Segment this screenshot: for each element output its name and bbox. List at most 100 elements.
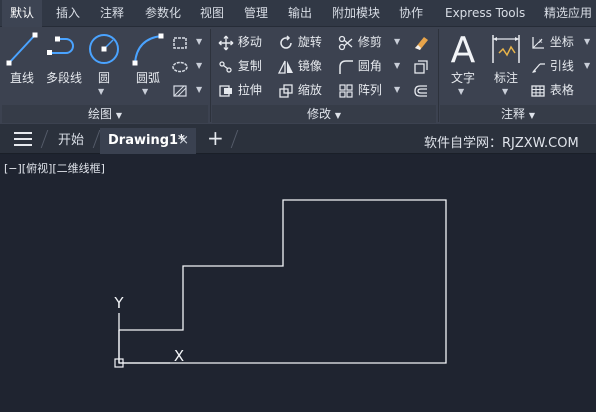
rotate-label: 旋转 xyxy=(297,35,322,49)
trim-dropdown-icon[interactable]: ▼ xyxy=(394,37,400,46)
hatch-dropdown-icon[interactable]: ▼ xyxy=(196,85,202,94)
application-menu-button[interactable] xyxy=(14,132,32,149)
table-button[interactable]: 表格 xyxy=(530,79,574,101)
polyline-label: 多段线 xyxy=(45,71,82,85)
mirror-icon xyxy=(277,60,293,74)
fillet-dropdown-icon[interactable]: ▼ xyxy=(394,61,400,70)
tab-addins[interactable]: 附加模块 xyxy=(332,0,380,27)
annotation-panel-title-text: 注释 xyxy=(501,107,526,121)
explode-button[interactable] xyxy=(412,55,430,77)
tab-manage[interactable]: 管理 xyxy=(244,0,268,27)
dimension-label: 标注 xyxy=(493,71,518,85)
leader-label: 引线 xyxy=(549,59,574,73)
scale-button[interactable]: 缩放 xyxy=(278,79,322,101)
arc-dropdown-icon[interactable]: ▼ xyxy=(142,87,148,96)
line-tool[interactable]: 直线 xyxy=(4,31,40,86)
line-label: 直线 xyxy=(9,71,34,85)
table-icon xyxy=(531,84,545,97)
circle-dropdown-icon[interactable]: ▼ xyxy=(98,87,104,96)
fillet-icon xyxy=(339,59,353,74)
offset-icon xyxy=(414,84,427,97)
move-button[interactable]: 移动 xyxy=(218,31,262,53)
array-button[interactable]: 阵列 xyxy=(338,79,382,101)
rectangle-icon xyxy=(173,36,187,49)
new-tab-button[interactable]: + xyxy=(207,126,224,150)
leader-dropdown-icon[interactable]: ▼ xyxy=(584,61,590,70)
copy-icon xyxy=(219,60,232,73)
tab-annotate[interactable]: 注释 xyxy=(100,0,124,27)
hatch-icon xyxy=(173,84,187,97)
scale-label: 缩放 xyxy=(297,83,322,97)
explode-icon xyxy=(414,59,428,74)
copy-button[interactable]: 复制 xyxy=(218,55,262,77)
mirror-button[interactable]: 镜像 xyxy=(277,55,322,77)
text-label: 文字 xyxy=(450,71,475,85)
panel-divider xyxy=(210,29,211,122)
erase-button[interactable] xyxy=(412,31,430,53)
arc-icon xyxy=(132,33,164,66)
text-tool[interactable]: A 文字 xyxy=(444,29,482,86)
leader-icon xyxy=(532,62,545,73)
coordinate-button[interactable]: x 坐标 xyxy=(530,31,574,53)
ucs-y-label: Y xyxy=(113,294,124,312)
fillet-button[interactable]: 圆角 xyxy=(338,55,382,77)
draw-panel-expand-icon: ▼ xyxy=(115,111,122,120)
circle-icon xyxy=(89,34,119,64)
close-tab-icon[interactable]: × xyxy=(178,128,189,154)
copy-label: 复制 xyxy=(237,59,262,73)
stepped-polyline-shape[interactable] xyxy=(118,199,447,364)
text-dropdown-icon[interactable]: ▼ xyxy=(458,87,464,96)
ribbon-tab-bar: 默认 插入 注释 参数化 视图 管理 输出 附加模块 协作 Express To… xyxy=(0,0,596,27)
array-dropdown-icon[interactable]: ▼ xyxy=(394,85,400,94)
stretch-label: 拉伸 xyxy=(237,83,262,97)
ellipse-tool[interactable] xyxy=(172,55,188,77)
rotate-icon xyxy=(280,34,292,49)
move-icon xyxy=(218,35,234,50)
tab-collaborate[interactable]: 协作 xyxy=(399,0,423,27)
hatch-tool[interactable] xyxy=(172,79,188,101)
dimension-icon xyxy=(492,35,520,63)
tab-insert[interactable]: 插入 xyxy=(56,0,80,27)
hamburger-menu-icon xyxy=(14,132,32,146)
modify-panel-title-text: 修改 xyxy=(307,107,332,121)
modify-panel-title[interactable]: 修改 ▼ xyxy=(212,105,436,123)
leader-button[interactable]: 引线 xyxy=(530,55,574,77)
svg-text:x: x xyxy=(539,38,543,45)
stretch-button[interactable]: 拉伸 xyxy=(218,79,262,101)
tab-start[interactable]: 开始 xyxy=(58,128,84,154)
trim-label: 修剪 xyxy=(357,35,382,49)
drawing-tab-label: Drawing1* xyxy=(108,133,185,148)
draw-panel-title[interactable]: 绘图 ▼ xyxy=(2,105,208,123)
draw-panel-title-text: 绘图 xyxy=(88,107,113,121)
circle-tool[interactable]: 圆 xyxy=(86,31,122,86)
offset-button[interactable] xyxy=(412,79,430,101)
tab-drawing1[interactable]: Drawing1* × xyxy=(100,128,196,154)
polyline-tool[interactable]: 多段线 xyxy=(43,31,85,86)
tab-default[interactable]: 默认 xyxy=(2,0,43,27)
tab-parametric[interactable]: 参数化 xyxy=(145,0,181,27)
trim-button[interactable]: 修剪 xyxy=(338,31,382,53)
tab-output[interactable]: 输出 xyxy=(288,0,312,27)
annotation-panel-title[interactable]: 注释 ▼ xyxy=(440,105,596,123)
ellipse-dropdown-icon[interactable]: ▼ xyxy=(196,61,202,70)
rectangle-dropdown-icon[interactable]: ▼ xyxy=(196,37,202,46)
document-tab-bar: 开始 Drawing1* × + 软件自学网：RJZXW.COM xyxy=(0,124,596,154)
rotate-button[interactable]: 旋转 xyxy=(278,31,322,53)
tab-featured-apps[interactable]: 精选应用 xyxy=(544,0,592,27)
trim-icon xyxy=(338,35,353,50)
arc-label: 圆弧 xyxy=(135,71,160,85)
dimension-dropdown-icon[interactable]: ▼ xyxy=(502,87,508,96)
tab-view[interactable]: 视图 xyxy=(200,0,224,27)
tab-divider xyxy=(230,130,239,148)
rectangle-tool[interactable] xyxy=(172,31,188,53)
tab-express-tools[interactable]: Express Tools xyxy=(445,0,525,27)
arc-tool[interactable]: 圆弧 xyxy=(128,31,168,86)
stretch-icon xyxy=(219,84,232,97)
dimension-tool[interactable]: 标注 xyxy=(488,31,524,86)
move-label: 移动 xyxy=(237,35,262,49)
eraser-icon xyxy=(415,36,428,50)
coordinate-label: 坐标 xyxy=(549,35,574,49)
drawing-canvas[interactable]: Y X xyxy=(0,155,596,412)
drawing-viewport[interactable]: [−][俯视][二维线框] Y X xyxy=(0,155,596,412)
coordinate-dropdown-icon[interactable]: ▼ xyxy=(584,37,590,46)
